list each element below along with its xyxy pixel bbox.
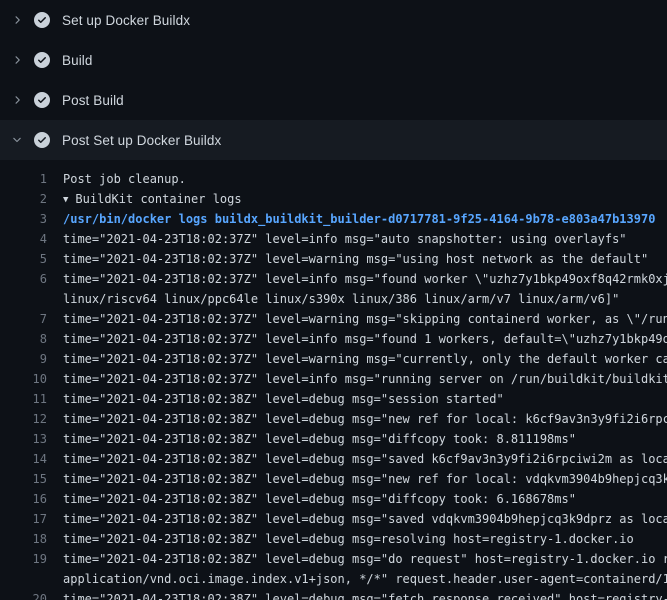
- step-header-post-set-up-docker-buildx[interactable]: Post Set up Docker Buildx: [0, 120, 667, 160]
- log-line-text: time="2021-04-23T18:02:38Z" level=debug …: [63, 589, 667, 600]
- chevron-down-icon: [8, 131, 26, 149]
- line-number[interactable]: 5: [0, 249, 47, 269]
- line-number[interactable]: 12: [0, 409, 47, 429]
- chevron-right-icon: [8, 51, 26, 69]
- line-number[interactable]: 10: [0, 369, 47, 389]
- log-line-text: time="2021-04-23T18:02:37Z" level=info m…: [63, 269, 667, 309]
- log-line: 19 time="2021-04-23T18:02:38Z" level=debu…: [0, 549, 667, 589]
- log-line: 15 time="2021-04-23T18:02:38Z" level=debu…: [0, 469, 667, 489]
- line-number[interactable]: 1: [0, 169, 47, 189]
- line-number[interactable]: 11: [0, 389, 47, 409]
- log-line: 7 time="2021-04-23T18:02:37Z" level=warni…: [0, 309, 667, 329]
- log-line: 4 time="2021-04-23T18:02:37Z" level=info …: [0, 229, 667, 249]
- step-label: Build: [62, 53, 93, 68]
- step-header-build[interactable]: Build: [0, 40, 667, 80]
- line-number[interactable]: 17: [0, 509, 47, 529]
- log-line: 10 time="2021-04-23T18:02:37Z" level=info…: [0, 369, 667, 389]
- step-header-set-up-docker-buildx[interactable]: Set up Docker Buildx: [0, 0, 667, 40]
- log-lines: 1 Post job cleanup. 2 ▼ BuildKit container l…: [0, 160, 667, 600]
- log-line: 11 time="2021-04-23T18:02:38Z" level=debu…: [0, 389, 667, 409]
- log-line: 18 time="2021-04-23T18:02:38Z" level=debu…: [0, 529, 667, 549]
- log-line-text: time="2021-04-23T18:02:38Z" level=debug …: [63, 469, 667, 489]
- log-line-text: time="2021-04-23T18:02:37Z" level=info m…: [63, 329, 667, 349]
- log-line: 12 time="2021-04-23T18:02:38Z" level=debu…: [0, 409, 667, 429]
- success-check-icon: [34, 52, 50, 68]
- log-line: 17 time="2021-04-23T18:02:38Z" level=debu…: [0, 509, 667, 529]
- line-number[interactable]: 8: [0, 329, 47, 349]
- line-number[interactable]: 13: [0, 429, 47, 449]
- log-line-text: time="2021-04-23T18:02:37Z" level=warnin…: [63, 249, 667, 269]
- log-line-text: time="2021-04-23T18:02:37Z" level=warnin…: [63, 309, 667, 329]
- log-line: 20 time="2021-04-23T18:02:38Z" level=debu…: [0, 589, 667, 600]
- log-line: 14 time="2021-04-23T18:02:38Z" level=debu…: [0, 449, 667, 469]
- chevron-right-icon: [8, 91, 26, 109]
- chevron-right-icon: [8, 11, 26, 29]
- log-line: 3/usr/bin/docker logs buildx_buildkit_bu…: [0, 209, 667, 229]
- log-line: 6 time="2021-04-23T18:02:37Z" level=info …: [0, 269, 667, 309]
- log-line-text: time="2021-04-23T18:02:38Z" level=debug …: [63, 489, 667, 509]
- line-number[interactable]: 18: [0, 529, 47, 549]
- success-check-icon: [34, 92, 50, 108]
- log-line: 5 time="2021-04-23T18:02:37Z" level=warni…: [0, 249, 667, 269]
- log-line-text: Post job cleanup.: [63, 169, 667, 189]
- success-check-icon: [34, 132, 50, 148]
- log-line: 8 time="2021-04-23T18:02:37Z" level=info …: [0, 329, 667, 349]
- line-number[interactable]: 2: [0, 189, 47, 209]
- log-line-text: time="2021-04-23T18:02:38Z" level=debug …: [63, 409, 667, 429]
- group-title[interactable]: BuildKit container logs: [75, 192, 241, 206]
- log-line: 1 Post job cleanup.: [0, 169, 667, 189]
- log-line-text: time="2021-04-23T18:02:38Z" level=debug …: [63, 549, 667, 589]
- success-check-icon: [34, 12, 50, 28]
- line-number[interactable]: 19: [0, 549, 47, 569]
- line-number[interactable]: 9: [0, 349, 47, 369]
- log-line-text: time="2021-04-23T18:02:38Z" level=debug …: [63, 429, 667, 449]
- line-number[interactable]: 16: [0, 489, 47, 509]
- line-number[interactable]: 15: [0, 469, 47, 489]
- line-number[interactable]: 4: [0, 229, 47, 249]
- group-collapse-icon[interactable]: ▼: [63, 190, 68, 209]
- log-line-text: time="2021-04-23T18:02:38Z" level=debug …: [63, 389, 667, 409]
- log-line-text: /usr/bin/docker logs buildx_buildkit_bui…: [63, 209, 667, 229]
- step-label: Post Build: [62, 93, 124, 108]
- log-group-header[interactable]: ▼ BuildKit container logs: [63, 189, 667, 209]
- log-line-text: time="2021-04-23T18:02:37Z" level=info m…: [63, 229, 667, 249]
- log-line-text: time="2021-04-23T18:02:37Z" level=warnin…: [63, 349, 667, 369]
- actions-log-viewer: Set up Docker Buildx Build Post Build Po…: [0, 0, 667, 600]
- line-number[interactable]: 6: [0, 269, 47, 289]
- log-line-text: time="2021-04-23T18:02:38Z" level=debug …: [63, 509, 667, 529]
- log-line: 13 time="2021-04-23T18:02:38Z" level=debu…: [0, 429, 667, 449]
- log-line-text: time="2021-04-23T18:02:38Z" level=debug …: [63, 449, 667, 469]
- log-line: 16 time="2021-04-23T18:02:38Z" level=debu…: [0, 489, 667, 509]
- log-line: 9 time="2021-04-23T18:02:37Z" level=warni…: [0, 349, 667, 369]
- line-number[interactable]: 7: [0, 309, 47, 329]
- log-line: 2 ▼ BuildKit container logs: [0, 189, 667, 209]
- line-number[interactable]: 3: [0, 209, 47, 229]
- step-header-post-build[interactable]: Post Build: [0, 80, 667, 120]
- step-label: Post Set up Docker Buildx: [62, 133, 221, 148]
- line-number[interactable]: 14: [0, 449, 47, 469]
- line-number[interactable]: 20: [0, 589, 47, 600]
- log-line-text: time="2021-04-23T18:02:38Z" level=debug …: [63, 529, 667, 549]
- log-line-text: time="2021-04-23T18:02:37Z" level=info m…: [63, 369, 667, 389]
- step-label: Set up Docker Buildx: [62, 13, 190, 28]
